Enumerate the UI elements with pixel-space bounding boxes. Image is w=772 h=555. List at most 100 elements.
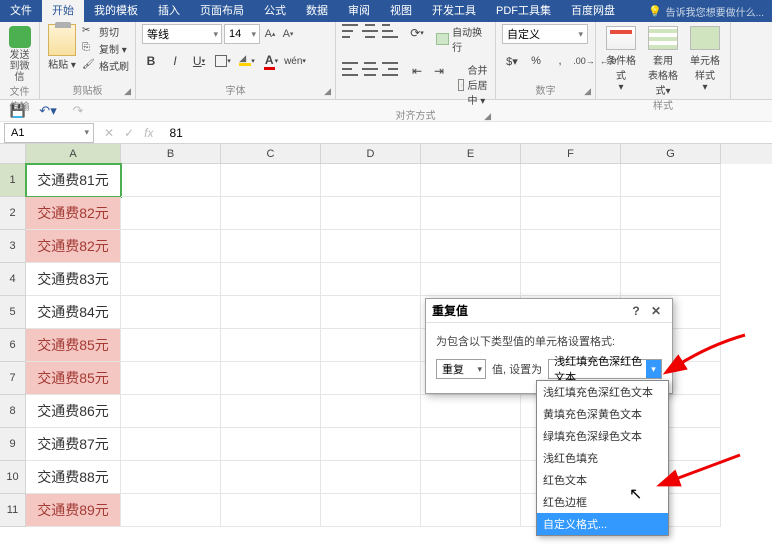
orientation-button[interactable]: ⟳▾ xyxy=(408,24,426,42)
format-style-select[interactable]: 浅红填充色深红色文本 xyxy=(548,359,662,379)
dropdown-option[interactable]: 黄填充色深黄色文本 xyxy=(537,403,668,425)
cell[interactable] xyxy=(521,197,621,230)
cell-styles-button[interactable]: 单元格样式▾ xyxy=(686,24,724,93)
dropdown-option-custom[interactable]: 自定义格式... xyxy=(537,513,668,535)
cell[interactable]: 交通费88元 xyxy=(26,461,121,494)
align-right-button[interactable] xyxy=(382,62,398,76)
cell[interactable] xyxy=(221,230,321,263)
cell[interactable] xyxy=(421,164,521,197)
expand-icon[interactable]: ◢ xyxy=(324,86,331,97)
cell[interactable] xyxy=(321,395,421,428)
increase-font-button[interactable]: A▴ xyxy=(262,24,278,44)
cell[interactable] xyxy=(121,230,221,263)
align-bottom-button[interactable] xyxy=(382,24,398,38)
send-to-wechat[interactable]: 发送到微信 xyxy=(6,24,34,83)
font-color-button[interactable]: A▾ xyxy=(262,52,280,70)
cell[interactable] xyxy=(321,428,421,461)
cell[interactable] xyxy=(221,164,321,197)
cell[interactable] xyxy=(421,395,521,428)
cell[interactable]: 交通费86元 xyxy=(26,395,121,428)
cell[interactable] xyxy=(121,395,221,428)
tab-data[interactable]: 数据 xyxy=(296,0,338,22)
row-header[interactable]: 1 xyxy=(0,164,26,197)
row-header[interactable]: 10 xyxy=(0,461,26,494)
row-header[interactable]: 11 xyxy=(0,494,26,527)
cell[interactable]: 交通费82元 xyxy=(26,197,121,230)
col-header-B[interactable]: B xyxy=(121,144,221,164)
increase-decimal-button[interactable]: .00→ xyxy=(574,52,594,70)
cell[interactable] xyxy=(421,230,521,263)
select-all-corner[interactable] xyxy=(0,144,26,164)
tab-insert[interactable]: 插入 xyxy=(148,0,190,22)
tab-review[interactable]: 审阅 xyxy=(338,0,380,22)
cell[interactable]: 交通费87元 xyxy=(26,428,121,461)
expand-icon[interactable]: ◢ xyxy=(584,86,591,97)
tab-pdf[interactable]: PDF工具集 xyxy=(486,0,561,22)
row-header[interactable]: 8 xyxy=(0,395,26,428)
cell[interactable] xyxy=(121,362,221,395)
cell[interactable] xyxy=(321,362,421,395)
tell-me-search[interactable]: 💡告诉我您想要做什么... xyxy=(648,4,772,19)
dropdown-option[interactable]: 红色边框 xyxy=(537,491,668,513)
dropdown-option[interactable]: 浅红填充色深红色文本 xyxy=(537,381,668,403)
tab-formula[interactable]: 公式 xyxy=(254,0,296,22)
cell[interactable] xyxy=(221,197,321,230)
cell[interactable] xyxy=(221,461,321,494)
cell[interactable]: 交通费82元 xyxy=(26,230,121,263)
align-top-button[interactable] xyxy=(342,24,358,38)
tab-view[interactable]: 视图 xyxy=(380,0,422,22)
italic-button[interactable]: I xyxy=(166,52,184,70)
cell[interactable] xyxy=(121,164,221,197)
copy-button[interactable]: ⎘复制 ▾ xyxy=(82,41,129,56)
cell[interactable]: 交通费84元 xyxy=(26,296,121,329)
increase-indent-button[interactable]: ⇥ xyxy=(430,62,448,80)
row-header[interactable]: 4 xyxy=(0,263,26,296)
row-header[interactable]: 6 xyxy=(0,329,26,362)
conditional-format-button[interactable]: 条件格式▾ xyxy=(602,24,640,93)
cell[interactable] xyxy=(621,164,721,197)
bold-button[interactable]: B xyxy=(142,52,160,70)
cell[interactable]: 交通费83元 xyxy=(26,263,121,296)
cancel-formula-icon[interactable]: ✕ xyxy=(104,126,114,140)
cell[interactable]: 交通费85元 xyxy=(26,329,121,362)
cell[interactable] xyxy=(621,197,721,230)
number-format-select[interactable]: 自定义 xyxy=(502,24,588,44)
cell[interactable] xyxy=(121,329,221,362)
border-button[interactable]: ▾ xyxy=(214,52,232,70)
phonetic-button[interactable]: wén▾ xyxy=(286,52,304,70)
dialog-close-button[interactable]: ✕ xyxy=(646,304,666,318)
col-header-G[interactable]: G xyxy=(621,144,721,164)
name-box[interactable]: A1 xyxy=(4,123,94,143)
cell[interactable] xyxy=(421,263,521,296)
cell[interactable] xyxy=(621,263,721,296)
underline-button[interactable]: U▾ xyxy=(190,52,208,70)
cell[interactable] xyxy=(121,197,221,230)
row-header[interactable]: 3 xyxy=(0,230,26,263)
tab-baidu[interactable]: 百度网盘 xyxy=(561,0,625,22)
cell[interactable] xyxy=(221,395,321,428)
undo-button[interactable]: ↶▾ xyxy=(40,103,56,119)
enter-formula-icon[interactable]: ✓ xyxy=(124,126,134,140)
row-header[interactable]: 5 xyxy=(0,296,26,329)
format-as-table-button[interactable]: 套用 表格格式▾ xyxy=(644,24,682,97)
redo-button[interactable]: ↷ xyxy=(70,103,86,119)
tab-template[interactable]: 我的模板 xyxy=(84,0,148,22)
row-header[interactable]: 2 xyxy=(0,197,26,230)
cell[interactable] xyxy=(121,494,221,527)
cell[interactable]: 交通费81元 xyxy=(26,164,121,197)
align-center-button[interactable] xyxy=(362,62,378,76)
expand-icon[interactable]: ◢ xyxy=(484,111,491,122)
cell[interactable]: 交通费85元 xyxy=(26,362,121,395)
cell[interactable] xyxy=(221,296,321,329)
cell[interactable] xyxy=(421,461,521,494)
tab-dev[interactable]: 开发工具 xyxy=(422,0,486,22)
cell[interactable] xyxy=(121,428,221,461)
col-header-E[interactable]: E xyxy=(421,144,521,164)
paste-button[interactable]: 粘贴 ▾ xyxy=(46,24,78,71)
tab-home[interactable]: 开始 xyxy=(42,0,84,22)
cell[interactable] xyxy=(121,461,221,494)
col-header-D[interactable]: D xyxy=(321,144,421,164)
cell[interactable] xyxy=(321,164,421,197)
cell[interactable] xyxy=(521,230,621,263)
cell[interactable] xyxy=(221,494,321,527)
